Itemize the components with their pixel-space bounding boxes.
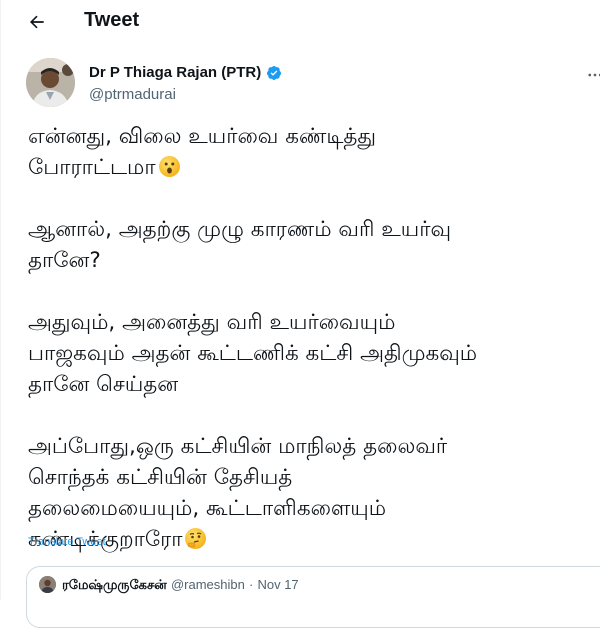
tweet-line: போராட்டமா xyxy=(28,155,156,180)
tweet-line: அதுவும், அனைத்து வரி உயர்வையும் xyxy=(28,310,396,335)
tweet-page: Tweet Dr P Thiaga Rajan (PTR) @ptrmadura… xyxy=(0,0,600,628)
author-avatar[interactable] xyxy=(26,58,75,107)
surprised-face-emoji xyxy=(158,156,180,177)
tweet-line: அப்போது,ஒரு கட்சியின் மாநிலத் தலைவர் xyxy=(28,434,448,459)
quote-author-name: ரமேஷ்முருகேசன் xyxy=(62,578,167,593)
tweet-line: ஆனால், அதற்கு முழு காரணம் வரி உயர்வு xyxy=(28,217,452,242)
author-name-text: Dr P Thiaga Rajan (PTR) xyxy=(89,64,262,81)
quote-meta: ரமேஷ்முருகேசன் @rameshibn · Nov 17 xyxy=(62,576,299,594)
thinking-face-emoji xyxy=(185,528,207,549)
tweet-text: என்னது, விலை உயர்வை கண்டித்து போராட்டமா … xyxy=(28,121,600,555)
author-handle[interactable]: @ptrmadurai xyxy=(89,86,176,104)
tweet-line: பாஜகவும் அதன் கூட்டணிக் கட்சி அதிமுகவும் xyxy=(28,341,478,366)
translate-tweet-link[interactable]: Translate Tweet xyxy=(28,535,106,549)
tweet-line: தானே? xyxy=(28,248,101,273)
quote-separator: · xyxy=(248,577,254,592)
page-title: Tweet xyxy=(84,9,140,31)
page-header: Tweet xyxy=(1,0,600,44)
verified-badge-icon xyxy=(266,65,282,81)
quoted-tweet[interactable]: ரமேஷ்முருகேசன் @rameshibn · Nov 17 xyxy=(26,566,600,628)
author-name[interactable]: Dr P Thiaga Rajan (PTR) xyxy=(89,64,282,82)
tweet-paragraph: என்னது, விலை உயர்வை கண்டித்து போராட்டமா xyxy=(28,121,600,183)
quote-author-handle: @rameshibn xyxy=(170,577,245,592)
tweet-paragraph: ஆனால், அதற்கு முழு காரணம் வரி உயர்வு தான… xyxy=(28,214,600,276)
tweet-line: தானே செய்தன xyxy=(28,372,179,397)
more-horizontal-icon xyxy=(588,73,600,77)
tweet-line: சொந்தக் கட்சியின் தேசியத் xyxy=(28,465,293,490)
avatar-image xyxy=(26,58,75,107)
tweet-line: என்னது, விலை உயர்வை கண்டித்து xyxy=(28,124,377,149)
tweet-paragraph: அதுவும், அனைத்து வரி உயர்வையும் பாஜகவும்… xyxy=(28,307,600,400)
quote-date: Nov 17 xyxy=(257,577,299,592)
arrow-left-icon xyxy=(30,15,44,29)
tweet-line: தலைமையையும், கூட்டாளிகளையும் xyxy=(28,496,387,521)
back-button[interactable] xyxy=(23,8,51,36)
more-options-button[interactable] xyxy=(586,65,600,85)
tweet-paragraph: அப்போது,ஒரு கட்சியின் மாநிலத் தலைவர் சொந… xyxy=(28,431,600,555)
quote-author-avatar xyxy=(39,576,56,593)
